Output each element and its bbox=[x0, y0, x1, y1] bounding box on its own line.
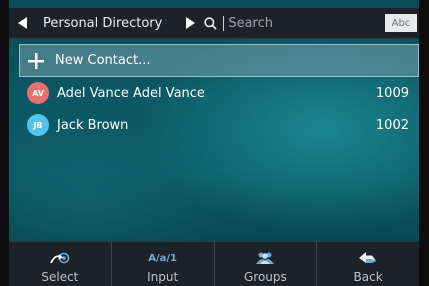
back-arrow-icon bbox=[358, 250, 378, 266]
avatar: AV bbox=[27, 82, 49, 104]
plus-icon bbox=[20, 45, 52, 76]
new-contact-label: New Contact... bbox=[55, 53, 151, 68]
input-label: Input bbox=[147, 270, 179, 284]
new-contact-row[interactable]: New Contact... bbox=[19, 44, 419, 77]
contact-name: Jack Brown bbox=[57, 117, 129, 133]
bezel-right bbox=[419, 0, 429, 286]
page-title: Personal Directory bbox=[43, 15, 163, 31]
softkey-bar: Select A/a/1 Input Groups Back bbox=[9, 241, 419, 286]
header-bar: Personal Directory Abc bbox=[9, 8, 419, 39]
input-mode-text: A/a/1 bbox=[148, 252, 177, 264]
back-triangle-icon[interactable] bbox=[9, 8, 37, 38]
avatar: JB bbox=[27, 114, 49, 136]
groups-label: Groups bbox=[243, 270, 287, 284]
contact-row[interactable]: AV Adel Vance Adel Vance 1009 bbox=[20, 77, 419, 109]
bezel-left bbox=[0, 0, 9, 286]
select-arrow-icon bbox=[49, 250, 71, 266]
contact-row[interactable]: JB Jack Brown 1002 bbox=[20, 109, 419, 141]
search-icon bbox=[204, 16, 217, 30]
groups-icon bbox=[255, 250, 275, 266]
back-label: Back bbox=[353, 270, 383, 284]
contact-number: 1002 bbox=[375, 117, 409, 133]
groups-softkey[interactable]: Groups bbox=[215, 242, 318, 286]
input-softkey[interactable]: A/a/1 Input bbox=[112, 242, 215, 286]
input-mode-badge[interactable]: Abc bbox=[385, 14, 417, 32]
select-softkey[interactable]: Select bbox=[9, 242, 112, 286]
search-input[interactable] bbox=[223, 15, 379, 31]
contact-list: New Contact... AV Adel Vance Adel Vance … bbox=[19, 44, 419, 141]
forward-triangle-icon[interactable] bbox=[180, 8, 200, 38]
back-softkey[interactable]: Back bbox=[317, 242, 419, 286]
search-area bbox=[204, 15, 385, 31]
contact-name: Adel Vance Adel Vance bbox=[57, 85, 205, 101]
select-label: Select bbox=[41, 270, 79, 284]
input-mode-icon: A/a/1 bbox=[148, 250, 177, 266]
contact-number: 1009 bbox=[375, 85, 409, 101]
